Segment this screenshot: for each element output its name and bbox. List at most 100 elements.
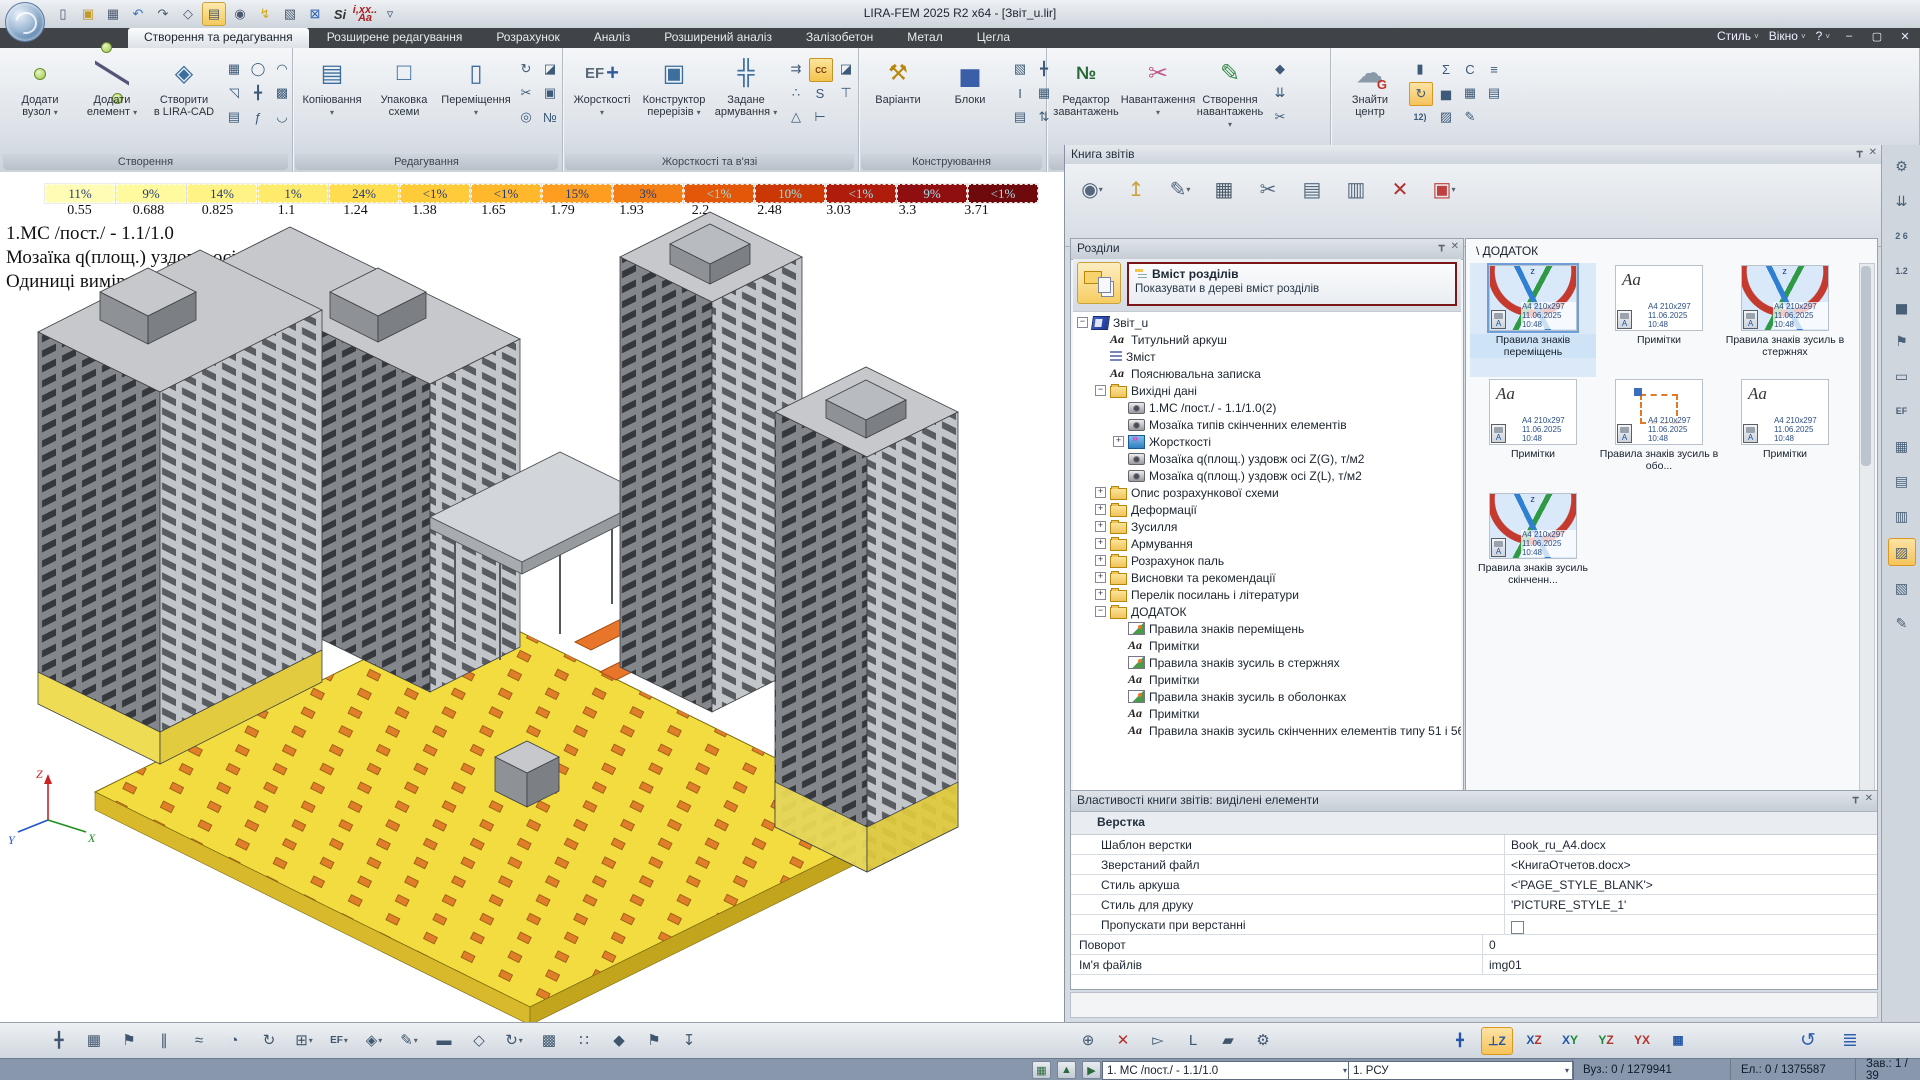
draw-button[interactable]: ✎▾ (396, 1027, 422, 1053)
ribbon-tab[interactable]: Залізобетон (790, 28, 889, 48)
tree-row[interactable]: + Деформації (1073, 501, 1461, 518)
projection-button[interactable]: XY (1555, 1027, 1585, 1053)
ribbon-tab[interactable]: Аналіз (578, 28, 646, 48)
settings-button[interactable]: ⚙ (1250, 1027, 1276, 1053)
pin-icon[interactable]: ┳ (1853, 793, 1859, 804)
tree-row[interactable]: + Армування (1073, 535, 1461, 552)
structural-model[interactable]: Z X Y (0, 172, 1064, 1022)
pin-icon[interactable]: ┳ (1439, 241, 1445, 252)
property-value[interactable]: <'PAGE_STYLE_BLANK'> (1505, 875, 1877, 894)
mesh-icon[interactable]: ▩ (271, 82, 293, 104)
scale-12-icon[interactable]: 1.2 (1889, 258, 1915, 284)
building-icon[interactable]: ▤ (223, 106, 245, 128)
projection-button[interactable]: YX (1627, 1027, 1657, 1053)
settings-gear-icon[interactable]: ⚙ (1889, 153, 1915, 179)
tree-expander[interactable]: + (1095, 589, 1106, 600)
contour-button[interactable]: ≈▾ (186, 1027, 212, 1053)
section-icon[interactable]: ◪ (539, 58, 561, 80)
flag-icon[interactable]: ⚑ (1889, 328, 1915, 354)
brush-button[interactable]: ▰ (1215, 1027, 1241, 1053)
loadcase-combo[interactable]: 1. МС /пост./ - 1.1/1.0▾ (1102, 1061, 1352, 1080)
pie-button[interactable]: ◔▾ (221, 1027, 247, 1053)
sum-icon[interactable]: Σ (1435, 58, 1457, 80)
thumbnail-item[interactable]: A A4 210x29711.06.2025 10:48 Правила зна… (1470, 491, 1596, 605)
ribbon-big-button[interactable]: ◈ Створитив LIRA-CAD ▾ (148, 52, 220, 152)
renumber-icon[interactable]: № (539, 106, 561, 128)
ribbon-big-button[interactable]: ▯ Переміщення ▾ (440, 52, 512, 152)
ribbon-big-button[interactable]: EF Жорсткості ▾ (566, 52, 638, 152)
sheet-icon[interactable]: ▧ (1889, 575, 1915, 601)
ribbon-big-button[interactable]: ☁ Знайтицентр ▾ (1334, 52, 1406, 152)
tree-row[interactable]: Зміст (1073, 348, 1461, 365)
ribbon-tab[interactable]: Метал (891, 28, 958, 48)
ribbon-tab[interactable]: Розрахунок (480, 28, 575, 48)
sections-mode-button[interactable] (1077, 262, 1121, 304)
tree-expander[interactable]: + (1095, 487, 1106, 498)
tree-row[interactable]: Мозаїка q(площ.) уздовж осі Z(L), т/м2 (1073, 467, 1461, 484)
load-weight-button[interactable]: ◆▾ (606, 1027, 632, 1053)
property-value[interactable]: 'PICTURE_STYLE_1' (1505, 895, 1877, 914)
download-arrows-icon[interactable]: ⇊ (1889, 188, 1915, 214)
property-row[interactable]: Стиль аркуша <'PAGE_STYLE_BLANK'> (1071, 875, 1877, 895)
property-row[interactable]: Шаблон верстки Book_ru_A4.docx (1071, 835, 1877, 855)
tree-expander[interactable]: + (1095, 555, 1106, 566)
edit-note-button[interactable]: ✎▾ (1163, 172, 1197, 206)
property-value[interactable] (1505, 915, 1877, 934)
ribbon-big-button[interactable]: □ Упаковкасхеми ▾ (368, 52, 440, 152)
lira-logo-icon[interactable] (5, 2, 45, 42)
property-value[interactable]: 0 (1483, 935, 1877, 954)
content-hint-box[interactable]: Вміст розділів Показувати в дереві вміст… (1127, 262, 1457, 306)
hinge-icon[interactable]: ⊢ (809, 106, 831, 128)
scissors-icon[interactable]: ✂ (515, 82, 537, 104)
properties-group-layout[interactable]: Верстка (1071, 812, 1877, 835)
tree-row[interactable]: Правила знаків переміщень (1073, 620, 1461, 637)
tree-row[interactable]: + Зусилля (1073, 518, 1461, 535)
delete-selection-button[interactable]: ✕ (1110, 1027, 1136, 1053)
ribbon-tab[interactable]: Розширений аналіз (648, 28, 788, 48)
cc-section-button[interactable]: CC (809, 58, 833, 82)
table-view-button[interactable]: ▦ (1663, 1027, 1693, 1053)
window-menu[interactable]: Вікно˅ (1769, 29, 1806, 43)
table-status-icon[interactable]: ▦ (1032, 1061, 1051, 1079)
restore-button[interactable]: ▢ (1868, 30, 1886, 43)
tree-row[interactable]: − ДОДАТОК (1073, 603, 1461, 620)
torch-button[interactable]: ▻ (1145, 1027, 1171, 1053)
ribbon-big-button[interactable]: ✂ Навантаження ▾ (1122, 52, 1194, 152)
mesh-button[interactable]: ⊞▾ (291, 1027, 317, 1053)
ribbon-big-button[interactable]: Додатиелемент ▾ (76, 52, 148, 152)
concrete-cube-icon[interactable]: ▧ (1009, 58, 1031, 80)
save-button[interactable]: ▦▾ (1207, 172, 1241, 206)
tree-expander[interactable]: − (1077, 317, 1088, 328)
select-icon[interactable]: ◎ (515, 106, 537, 128)
weight-icon[interactable]: ◆ (1269, 58, 1291, 80)
projection-button[interactable]: XZ (1519, 1027, 1549, 1053)
property-row[interactable]: Зверстаний файл <КнигаОтчетов.docx> (1071, 855, 1877, 875)
frame-icon[interactable]: ▦ (223, 58, 245, 80)
axis-z-view-button[interactable]: ⊥Z (1481, 1027, 1513, 1055)
area-chart-icon[interactable]: ▭ (1889, 363, 1915, 389)
ribbon-big-button[interactable]: ▤ Копіювання ▾ (296, 52, 368, 152)
tree-row[interactable]: Примітки (1073, 705, 1461, 722)
flags-button[interactable]: ⚑▾ (116, 1027, 142, 1053)
tree-row[interactable]: + Опис розрахункової схеми (1073, 484, 1461, 501)
rotate-model-button[interactable]: ↺ (1795, 1027, 1821, 1053)
ribbon-tab[interactable]: Цегла (961, 28, 1026, 48)
tree-row[interactable]: Примітки (1073, 671, 1461, 688)
property-row[interactable]: Стиль для друку 'PICTURE_STYLE_1' (1071, 895, 1877, 915)
property-row[interactable]: Ім'я файлів img01 (1071, 955, 1877, 975)
histogram-icon[interactable]: ▅ (1435, 82, 1457, 104)
tree-row[interactable]: − Вихідні дані (1073, 382, 1461, 399)
pen-icon[interactable]: ✎ (1889, 610, 1915, 636)
ribbon-big-button[interactable]: ✎ Створеннянавантажень ▾ (1194, 52, 1266, 152)
checkbox[interactable] (1511, 921, 1524, 934)
pack-sheet-icon[interactable]: ▤ (1483, 82, 1505, 104)
tree-row[interactable]: Правила знаків зусиль в стержнях (1073, 654, 1461, 671)
ribbon-big-button[interactable]: ▣ Конструкторперерізів ▾ (638, 52, 710, 152)
arc-icon[interactable]: ◡ (271, 106, 293, 128)
tree-expander[interactable]: − (1095, 606, 1106, 617)
thumbnail-item[interactable]: A A4 210x29711.06.2025 10:48 Правила зна… (1722, 263, 1848, 377)
truss2-icon[interactable]: △ (785, 106, 807, 128)
grid-icon[interactable]: ▥ (1889, 503, 1915, 529)
thumbnail-item[interactable]: A A4 210x29711.06.2025 10:48 Примітки (1722, 377, 1848, 491)
tree-row[interactable]: − Звіт_u (1073, 314, 1461, 331)
